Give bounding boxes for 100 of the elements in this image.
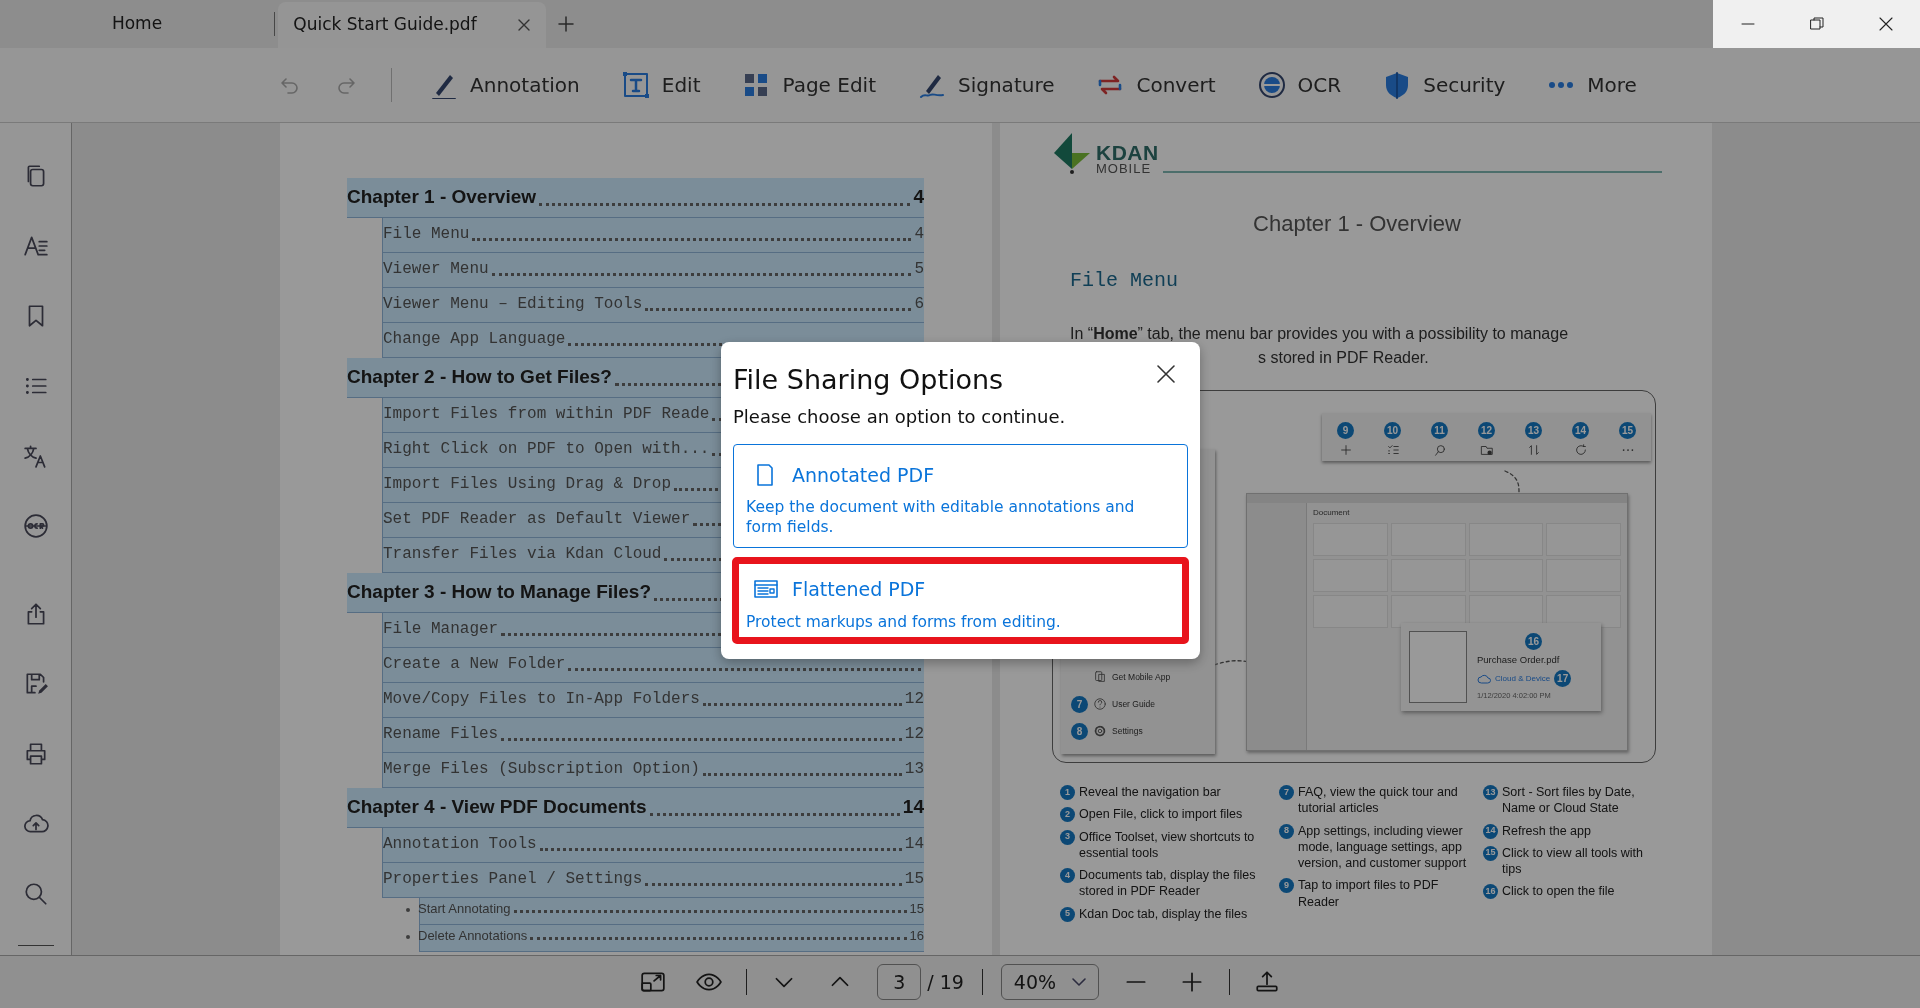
toolbar-button[interactable]: Edit (617, 66, 705, 104)
callout-number: 7 (1279, 785, 1294, 800)
page-count: / 19 (927, 969, 964, 995)
logo-icon (1052, 131, 1092, 175)
callout-number: 5 (1060, 906, 1075, 922)
toc-entry-title[interactable]: Properties Panel / Settings (383, 867, 643, 891)
callout-number: 16 (1483, 884, 1498, 900)
callout-number: 13 (1525, 422, 1542, 439)
callout-number: 7 (1071, 695, 1088, 713)
callout-number: 4 (1060, 868, 1075, 883)
toc-entry-title[interactable]: Viewer Menu (383, 257, 489, 281)
logo-text: KDAN MOBILE (1096, 142, 1159, 175)
toc-entry-title[interactable]: Change App Language (383, 327, 566, 351)
plus-icon (1338, 443, 1353, 457)
toc-entry-title[interactable]: Merge Files (Subscription Option) (383, 757, 700, 781)
dialog-subtitle: Please choose an option to continue. (733, 404, 1067, 429)
close-icon[interactable] (1156, 364, 1176, 384)
toc-entry-title[interactable]: Move/Copy Files to In-App Folders (383, 687, 700, 711)
callout-number: 1 (1060, 785, 1075, 800)
menu-item-label: Settings (1112, 724, 1143, 738)
callout-number: 14 (1483, 823, 1498, 839)
option-title: Flattened PDF (792, 577, 926, 603)
toc-entry-title[interactable]: Right Click on PDF to Open with... (383, 437, 710, 461)
phone-icon (1093, 670, 1107, 684)
legend-text: Office Toolset, view shortcuts to essential tools (1079, 828, 1256, 861)
search-icon (1432, 443, 1447, 457)
toolbar-button[interactable]: Annotation (426, 66, 584, 104)
legend-text: Click to open the file (1502, 883, 1615, 900)
page-number: 14 (902, 794, 924, 819)
page-number: 15 (909, 899, 924, 918)
legend-text: Kdan Doc tab, display the files (1079, 905, 1248, 922)
page-number: 12 (904, 689, 924, 710)
toc-entry-title[interactable]: File Menu (383, 222, 470, 246)
legend-text: Open File, click to import files (1079, 806, 1243, 823)
toc-entry-title[interactable]: Set PDF Reader as Default Viewer (383, 507, 691, 531)
restore-icon[interactable] (1808, 16, 1825, 32)
page-number: 13 (904, 759, 924, 780)
bullet-icon (406, 908, 410, 912)
toc-entry-title[interactable]: Rename Files (383, 722, 499, 746)
toolbar-button[interactable]: Signature (914, 66, 1059, 104)
dialog-title: File Sharing Options (733, 363, 1004, 397)
ocr-icon (1257, 71, 1286, 99)
callout-number: 11 (1431, 422, 1448, 439)
toolbar-button[interactable]: Page Edit (738, 66, 880, 104)
toolbar-button[interactable]: Convert (1092, 66, 1220, 104)
tab[interactable]: Quick Start Guide.pdf (278, 2, 546, 48)
page-number: 12 (904, 724, 924, 745)
toc-entry-title[interactable]: Chapter 4 - View PDF Documents (347, 792, 647, 821)
zoom-dropdown[interactable]: 40% (1000, 964, 1099, 1000)
option-title: Annotated PDF (792, 462, 935, 488)
callout-number: 3 (1060, 829, 1075, 845)
toc-entry-title[interactable]: Chapter 2 - How to Get Files? (347, 362, 612, 391)
callout-number: 15 (1619, 422, 1636, 439)
gear-icon (1093, 724, 1107, 738)
fit-screen-icon[interactable] (640, 969, 667, 995)
text-box-icon (621, 71, 650, 99)
callout-number: 9 (1337, 422, 1354, 439)
file-location: Cloud & Device (1495, 672, 1551, 685)
callout-number: 12 (1478, 422, 1495, 439)
search-icon[interactable] (22, 881, 49, 907)
page-number-field[interactable]: 3 (877, 964, 922, 1000)
toc-entry-title[interactable]: Create a New Folder (383, 652, 566, 676)
window-label: Document (1313, 507, 1351, 519)
callout-number: 16 (1525, 633, 1542, 650)
bullet-icon (406, 935, 410, 939)
upload-icon[interactable] (1253, 969, 1280, 995)
toc-entry-title[interactable]: Import Files Using Drag & Drop (383, 472, 672, 496)
text-format-icon[interactable] (22, 233, 49, 259)
page-number: 5 (914, 259, 924, 280)
ocr-icon[interactable] (22, 513, 49, 539)
menu-item-label: Get Mobile App (1112, 670, 1171, 684)
toolbar-button[interactable]: Security (1379, 66, 1510, 104)
new-tab-icon[interactable] (557, 15, 575, 33)
toolbar-button[interactable]: More (1543, 66, 1641, 104)
chapter-title: Chapter 1 - Overview (1252, 210, 1462, 238)
checklist-icon (1385, 443, 1400, 457)
toolbar-button[interactable]: OCR (1253, 66, 1346, 104)
page-number: 16 (909, 926, 924, 945)
toc-entry-title[interactable]: Delete Annotations (418, 925, 528, 945)
page-number: 15 (904, 869, 924, 890)
option-card[interactable]: Flattened PDF Protect markups and forms from editing. (733, 558, 1188, 643)
toc-entry-title[interactable]: Annotation Tools (383, 832, 537, 856)
option-card[interactable]: Annotated PDF Keep the document with editable annotations and form fields. (733, 443, 1188, 549)
toc-entry-title[interactable]: Chapter 1 - Overview (347, 182, 537, 211)
toc-entry-title[interactable]: Import Files from within PDF Reade (383, 402, 710, 426)
toc-entry-title[interactable]: Chapter 3 - How to Manage Files? (347, 577, 652, 606)
callout-number: 8 (1071, 722, 1088, 740)
legend-text: Refresh the app (1502, 822, 1591, 839)
refresh-icon (1573, 443, 1588, 457)
close-icon[interactable] (1877, 16, 1894, 32)
paragraph-line: s stored in PDF Reader. (1258, 348, 1430, 368)
callout-number: 14 (1572, 422, 1589, 439)
tab[interactable]: Home (0, 12, 275, 36)
toc-entry-title[interactable]: Viewer Menu – Editing Tools (383, 292, 643, 316)
toc-entry-title[interactable]: File Manager (383, 617, 499, 641)
legend-text: Reveal the navigation bar (1079, 784, 1221, 801)
page-number: 14 (904, 834, 924, 855)
toc-entry-title[interactable]: Transfer Files via Kdan Cloud (383, 542, 662, 566)
option-description: Keep the document with editable annotations and form fields. (746, 497, 1136, 538)
toc-entry-title[interactable]: Start Annotating (418, 898, 511, 918)
